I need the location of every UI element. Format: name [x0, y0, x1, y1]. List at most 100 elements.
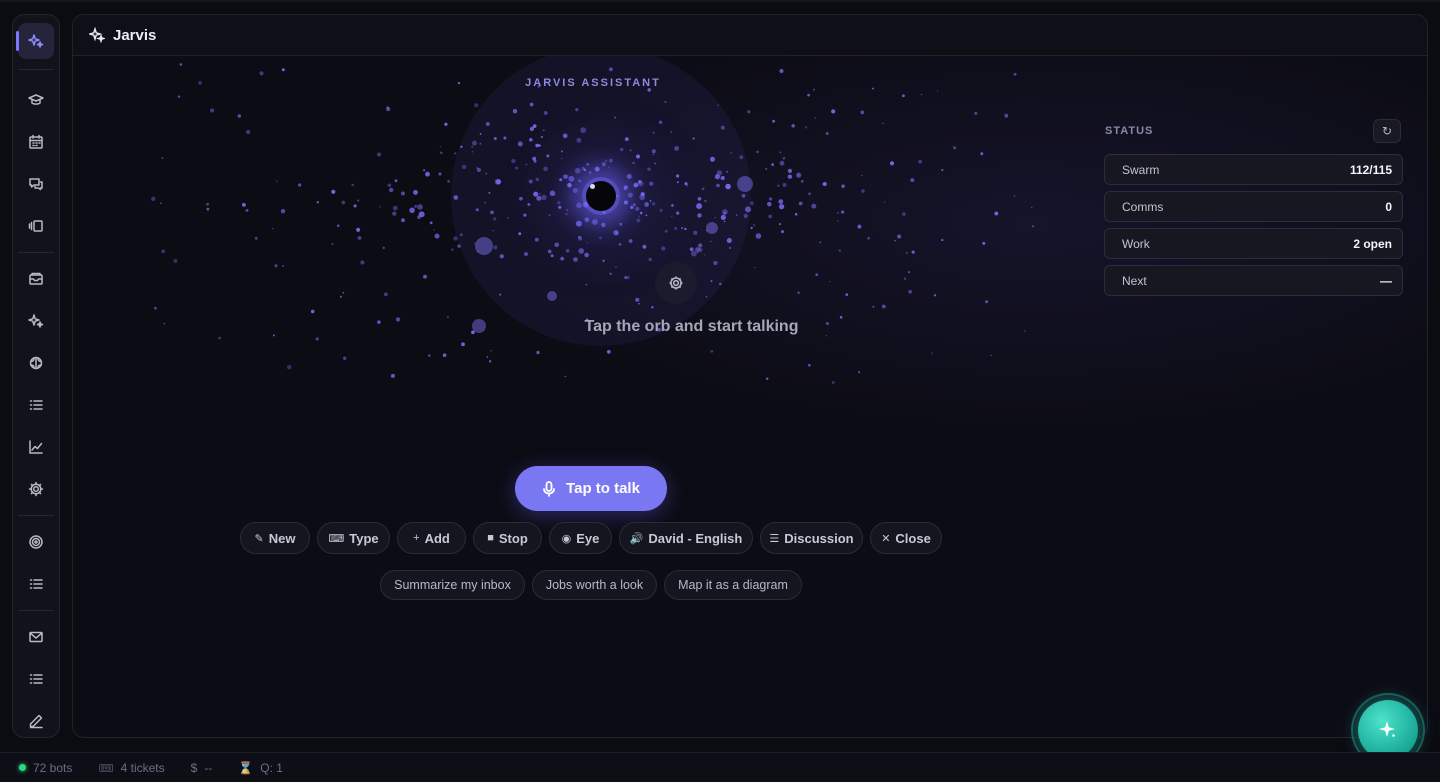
- target-icon: [29, 535, 43, 549]
- sidebar-item-analytics[interactable]: [18, 429, 54, 465]
- add-button[interactable]: + Add: [397, 522, 466, 554]
- ticket-icon: 🎟: [98, 760, 114, 775]
- status-label: Next: [1122, 273, 1147, 288]
- sidebar-item-jarvis[interactable]: [16, 23, 54, 59]
- close-label: Close: [895, 530, 931, 546]
- chat-bubbles-icon: [29, 178, 43, 191]
- sidebar-item-settings[interactable]: [18, 471, 54, 507]
- tickets-status[interactable]: 🎟 4 tickets: [98, 761, 164, 775]
- list-icon: [29, 674, 43, 684]
- cost-status[interactable]: $ --: [191, 761, 213, 775]
- sidebar-item-checklist[interactable]: [18, 566, 54, 602]
- mailbox-icon: [29, 272, 43, 285]
- pencil-icon: [29, 714, 43, 729]
- sidebar-item-edit[interactable]: [18, 703, 54, 739]
- status-value: 2 open: [1353, 236, 1392, 251]
- keyboard-icon: ⌨: [328, 532, 345, 545]
- status-label: Swarm: [1122, 162, 1160, 177]
- microphone-icon: [543, 480, 555, 497]
- status-label: Work: [1122, 236, 1150, 251]
- menu-icon: ☰: [769, 532, 780, 545]
- refresh-icon: ↻: [1381, 124, 1393, 138]
- sidebar-item-mail[interactable]: [18, 619, 54, 655]
- plus-icon: +: [413, 532, 420, 544]
- bots-count: 72 bots: [33, 760, 73, 775]
- line-chart-icon: [29, 440, 43, 454]
- sidebar-item-chat[interactable]: [18, 166, 54, 202]
- new-button[interactable]: ✎ New: [240, 522, 310, 554]
- discussion-label: Discussion: [784, 530, 854, 546]
- speaker-icon: 🔊: [629, 532, 644, 545]
- sidebar-item-memory[interactable]: [18, 345, 54, 381]
- sidebar-item-goals[interactable]: [18, 524, 54, 560]
- sparkle-icon: [1379, 721, 1395, 737]
- cost-value: --: [204, 760, 213, 775]
- status-row-work: Work 2 open: [1104, 228, 1403, 259]
- online-dot-icon: [19, 764, 26, 771]
- sidebar: [12, 14, 60, 738]
- orb-label: JARVIS ASSISTANT: [525, 77, 661, 89]
- orb-settings-button[interactable]: [655, 262, 697, 304]
- suggestion-chip[interactable]: Jobs worth a look: [532, 570, 657, 600]
- sidebar-item-inbox[interactable]: [18, 261, 54, 297]
- voice-select-button[interactable]: 🔊 David - English: [619, 522, 753, 554]
- new-label: New: [268, 530, 296, 546]
- gear-icon: [28, 481, 44, 497]
- tickets-count: 4 tickets: [120, 760, 165, 775]
- sidebar-item-tasks[interactable]: [18, 387, 54, 423]
- sidebar-item-logs[interactable]: [18, 661, 54, 697]
- sidebar-item-ai[interactable]: [18, 303, 54, 339]
- close-icon: ✕: [881, 532, 891, 545]
- calendar-icon: [29, 134, 43, 149]
- status-bar: 72 bots 🎟 4 tickets $ -- ⌛ Q: 1: [0, 752, 1440, 782]
- sidebar-item-calendar[interactable]: [18, 124, 54, 160]
- queue-status[interactable]: ⌛ Q: 1: [238, 761, 283, 775]
- status-value: 112/115: [1349, 162, 1392, 177]
- queue-value: Q: 1: [260, 760, 283, 775]
- bots-status[interactable]: 72 bots: [19, 761, 72, 775]
- suggestion-chip[interactable]: Summarize my inbox: [380, 570, 525, 600]
- type-button[interactable]: ⌨ Type: [317, 522, 390, 554]
- brain-icon: [29, 356, 43, 370]
- type-label: Type: [349, 530, 379, 546]
- status-label: Comms: [1122, 199, 1164, 214]
- jarvis-panel: Jarvis JARVIS ASSISTANT Tap the orb and …: [72, 14, 1428, 738]
- status-refresh-button[interactable]: ↻: [1373, 119, 1401, 143]
- stop-button[interactable]: ■ Stop: [473, 522, 542, 554]
- discussion-button[interactable]: ☰ Discussion: [760, 522, 863, 554]
- mail-icon: [29, 631, 43, 643]
- status-row-swarm: Swarm 112/115: [1104, 154, 1403, 185]
- status-value: 0: [1385, 199, 1392, 214]
- tap-to-talk-button[interactable]: Tap to talk: [515, 466, 667, 511]
- sparkles-icon: [89, 27, 105, 43]
- sidebar-item-learn[interactable]: [18, 82, 54, 118]
- orb-hint: Tap the orb and start talking: [584, 318, 799, 335]
- stop-label: Stop: [498, 530, 528, 546]
- list-icon: [29, 579, 43, 589]
- graduation-cap-icon: [28, 94, 44, 105]
- sidebar-item-boards[interactable]: [18, 208, 54, 244]
- pencil-icon: ✎: [254, 532, 264, 545]
- status-value: —: [1380, 273, 1392, 288]
- list-icon: [29, 400, 43, 410]
- status-row-comms: Comms 0: [1104, 191, 1403, 222]
- tap-to-talk-label: Tap to talk: [566, 480, 640, 497]
- voice-orb[interactable]: [586, 181, 616, 211]
- add-label: Add: [424, 530, 450, 546]
- dollar-icon: $: [190, 760, 198, 775]
- assistant-fab-button[interactable]: [1358, 700, 1418, 760]
- sparkles-icon: [28, 314, 44, 328]
- voice-label: David - English: [648, 530, 743, 546]
- close-button[interactable]: ✕ Close: [870, 522, 942, 554]
- status-title: STATUS: [1105, 125, 1154, 137]
- sparkles-icon: [28, 34, 44, 48]
- gear-icon: [669, 276, 683, 290]
- eye-button[interactable]: ◉ Eye: [549, 522, 612, 554]
- eye-icon: ◉: [561, 532, 572, 545]
- page-title: Jarvis: [113, 26, 157, 44]
- suggestion-chip[interactable]: Map it as a diagram: [664, 570, 802, 600]
- hourglass-icon: ⌛: [238, 760, 254, 775]
- panel-header: Jarvis: [73, 15, 1427, 56]
- cards-icon: [28, 220, 43, 232]
- eye-label: Eye: [576, 530, 600, 546]
